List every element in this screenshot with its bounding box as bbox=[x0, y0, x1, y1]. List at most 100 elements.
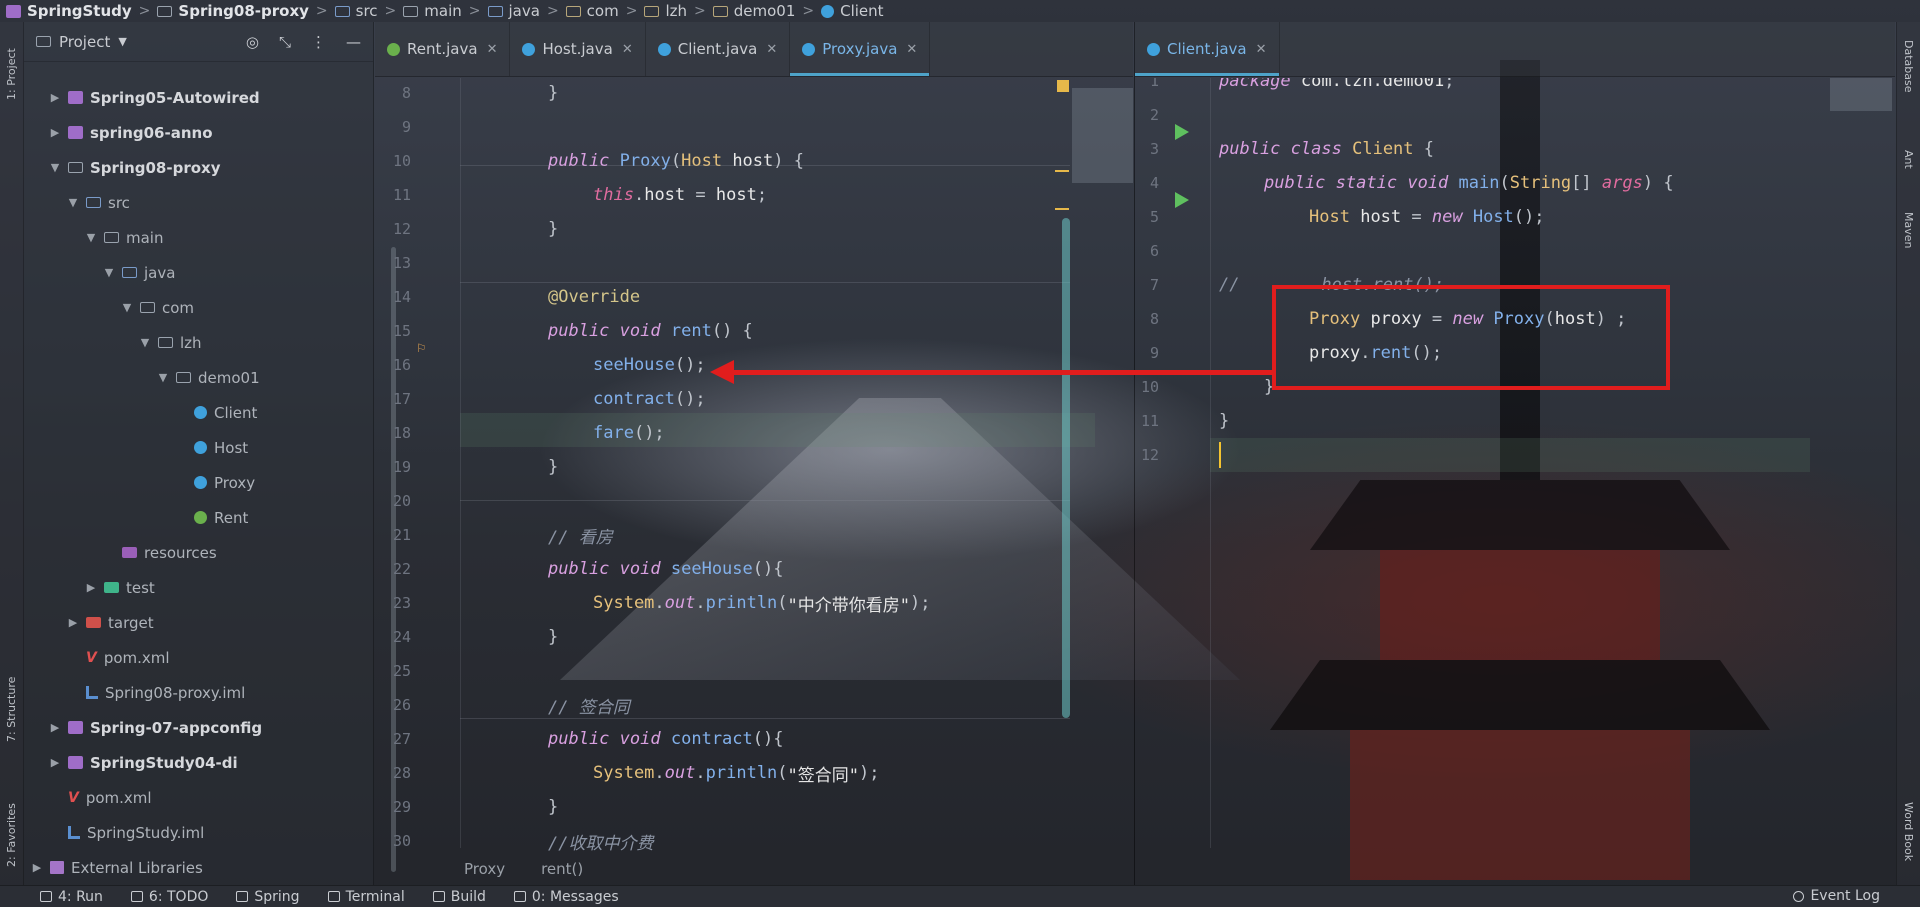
toolwindow-spring[interactable]: Spring bbox=[236, 889, 300, 905]
maven-tool-button[interactable]: Maven bbox=[1902, 212, 1915, 248]
footer-crumb-class[interactable]: Proxy bbox=[464, 860, 505, 878]
code-minimap[interactable] bbox=[1072, 88, 1133, 183]
editor-split-divider[interactable] bbox=[1134, 22, 1135, 885]
toolwindow-0-messages[interactable]: 0: Messages bbox=[513, 889, 619, 905]
expand-arrow-icon[interactable]: ▶ bbox=[30, 861, 44, 874]
tree-item-resources[interactable]: resources bbox=[24, 535, 374, 570]
code-line[interactable]: //收取中介费 bbox=[548, 824, 653, 858]
tree-item-java[interactable]: ▼ java bbox=[24, 255, 374, 290]
implements-method-icon[interactable]: ⚐ bbox=[417, 340, 425, 356]
project-view-selector[interactable]: Project bbox=[59, 33, 110, 51]
close-icon[interactable]: ✕ bbox=[906, 42, 917, 57]
expand-arrow-icon[interactable]: ▶ bbox=[66, 616, 80, 629]
expand-arrow-icon[interactable]: ▶ bbox=[48, 126, 62, 139]
code-line[interactable]: public void rent() { bbox=[548, 314, 753, 348]
code-line[interactable]: System. out. println("签合同"); bbox=[593, 756, 880, 790]
breadcrumb-item-client[interactable]: Client bbox=[821, 2, 884, 20]
code-line[interactable]: seeHouse (); bbox=[593, 348, 706, 382]
expand-arrow-icon[interactable]: ▼ bbox=[156, 371, 170, 384]
tree-item-demo01[interactable]: ▼ demo01 bbox=[24, 360, 374, 395]
inspection-ok-icon[interactable]: ✓ bbox=[1815, 78, 1823, 79]
code-line[interactable]: // 看房 bbox=[548, 518, 613, 552]
breadcrumb-item-module[interactable]: Spring08-proxy bbox=[157, 2, 309, 20]
tree-item-spring05-autowired[interactable]: ▶ Spring05-Autowired bbox=[24, 80, 374, 115]
tree-item-src[interactable]: ▼ src bbox=[24, 185, 374, 220]
expand-arrow-icon[interactable]: ▶ bbox=[48, 721, 62, 734]
tree-item-spring08-proxy-iml[interactable]: Spring08-proxy.iml bbox=[24, 675, 374, 710]
project-tool-button[interactable]: 1: Project bbox=[5, 30, 18, 100]
tree-item-pom-xml[interactable]: Vpom.xml bbox=[24, 780, 374, 815]
tree-item-main[interactable]: ▼ main bbox=[24, 220, 374, 255]
tree-item-lzh[interactable]: ▼ lzh bbox=[24, 325, 374, 360]
run-gutter-icon[interactable] bbox=[1175, 124, 1189, 140]
tree-item-spring06-anno[interactable]: ▶ spring06-anno bbox=[24, 115, 374, 150]
expand-arrow-icon[interactable]: ▼ bbox=[48, 161, 62, 174]
event-log-button[interactable]: Event Log bbox=[1793, 888, 1880, 904]
breadcrumb-item-com[interactable]: com bbox=[565, 2, 619, 20]
code-line[interactable]: public class Client { bbox=[1219, 132, 1434, 166]
structure-tool-button[interactable]: 7: Structure bbox=[5, 652, 18, 742]
close-icon[interactable]: ✕ bbox=[766, 42, 777, 57]
favorites-tool-button[interactable]: 2: Favorites bbox=[5, 777, 18, 867]
locate-icon[interactable]: ◎ bbox=[246, 33, 259, 51]
tree-item-spring-07-appconfig[interactable]: ▶ Spring-07-appconfig bbox=[24, 710, 374, 745]
close-icon[interactable]: ✕ bbox=[622, 42, 633, 57]
ant-tool-button[interactable]: Ant bbox=[1902, 150, 1915, 169]
tab-rent-java[interactable]: Rent.java ✕ bbox=[375, 22, 511, 76]
expand-arrow-icon[interactable]: ▼ bbox=[138, 336, 152, 349]
editor-scrollbar[interactable] bbox=[1062, 218, 1070, 718]
code-minimap[interactable] bbox=[1830, 78, 1892, 111]
toolwindow-build[interactable]: Build bbox=[432, 889, 486, 905]
collapse-icon[interactable]: ⤡ bbox=[279, 33, 291, 51]
code-line[interactable]: } bbox=[548, 212, 558, 246]
code-line[interactable]: this. host = host; bbox=[593, 178, 767, 212]
code-line[interactable]: package com.lzh.demo01; bbox=[1219, 78, 1454, 98]
breadcrumb-item-java[interactable]: java bbox=[487, 2, 540, 20]
code-line[interactable]: fare (); bbox=[593, 416, 665, 450]
tree-item-proxy[interactable]: Proxy bbox=[24, 465, 374, 500]
tree-item-host[interactable]: Host bbox=[24, 430, 374, 465]
chevron-down-icon[interactable]: ▼ bbox=[118, 35, 126, 48]
tree-item-spring08-proxy[interactable]: ▼ Spring08-proxy bbox=[24, 150, 374, 185]
more-options-icon[interactable]: ⋮ bbox=[311, 33, 326, 51]
breadcrumb-item-lzh[interactable]: lzh bbox=[644, 2, 687, 20]
tab-client-java[interactable]: Client.java ✕ bbox=[1135, 22, 1280, 76]
code-line[interactable]: } bbox=[548, 450, 558, 484]
tree-item-com[interactable]: ▼ com bbox=[24, 290, 374, 325]
close-icon[interactable]: ✕ bbox=[487, 42, 498, 57]
run-gutter-icon[interactable] bbox=[1175, 192, 1189, 208]
breadcrumb-item-project[interactable]: SpringStudy bbox=[6, 2, 132, 20]
close-icon[interactable]: ✕ bbox=[1256, 42, 1267, 57]
tab-client-java[interactable]: Client.java ✕ bbox=[646, 22, 791, 76]
expand-arrow-icon[interactable]: ▶ bbox=[48, 756, 62, 769]
code-line[interactable]: contract (); bbox=[593, 382, 706, 416]
breadcrumb-item-demo01[interactable]: demo01 bbox=[712, 2, 795, 20]
code-line[interactable]: } bbox=[548, 78, 558, 110]
code-line[interactable]: // 签合同 bbox=[548, 688, 630, 722]
footer-crumb-method[interactable]: rent() bbox=[541, 860, 583, 878]
right-code-editor[interactable]: 1 package com.lzh.demo01; 2 3 public class C… bbox=[1135, 78, 1895, 868]
toolwindow-6-todo[interactable]: 6: TODO bbox=[130, 889, 208, 905]
code-line[interactable]: public static void main(String[] args) { bbox=[1264, 166, 1674, 200]
tab-host-java[interactable]: Host.java ✕ bbox=[510, 22, 646, 76]
tree-item-client[interactable]: Client bbox=[24, 395, 374, 430]
tree-item-springstudy04-di[interactable]: ▶ SpringStudy04-di bbox=[24, 745, 374, 780]
code-line[interactable]: Host host = new Host (); bbox=[1309, 200, 1545, 234]
tree-item-external-libraries[interactable]: ▶ External Libraries bbox=[24, 850, 374, 885]
breadcrumb-item-main[interactable]: main bbox=[403, 2, 462, 20]
tree-item-pom-xml[interactable]: Vpom.xml bbox=[24, 640, 374, 675]
code-line[interactable]: } bbox=[548, 620, 558, 654]
toolwindow-terminal[interactable]: Terminal bbox=[327, 889, 405, 905]
tree-item-springstudy-iml[interactable]: SpringStudy.iml bbox=[24, 815, 374, 850]
code-line[interactable]: System. out. println("中介带你看房"); bbox=[593, 586, 931, 620]
code-line[interactable]: public void contract(){ bbox=[548, 722, 783, 756]
expand-arrow-icon[interactable]: ▶ bbox=[48, 91, 62, 104]
code-line[interactable]: @Override bbox=[548, 280, 640, 314]
code-line[interactable]: public Proxy(Host host) { bbox=[548, 144, 804, 178]
tree-item-test[interactable]: ▶ test bbox=[24, 570, 374, 605]
wordbook-tool-button[interactable]: Word Book bbox=[1902, 802, 1915, 861]
database-tool-button[interactable]: Database bbox=[1902, 40, 1915, 93]
toolwindow-4-run[interactable]: 4: Run bbox=[40, 889, 103, 905]
tree-item-target[interactable]: ▶ target bbox=[24, 605, 374, 640]
left-code-editor[interactable]: 7public Proxy() {8}910public Proxy(Host … bbox=[375, 78, 1133, 868]
